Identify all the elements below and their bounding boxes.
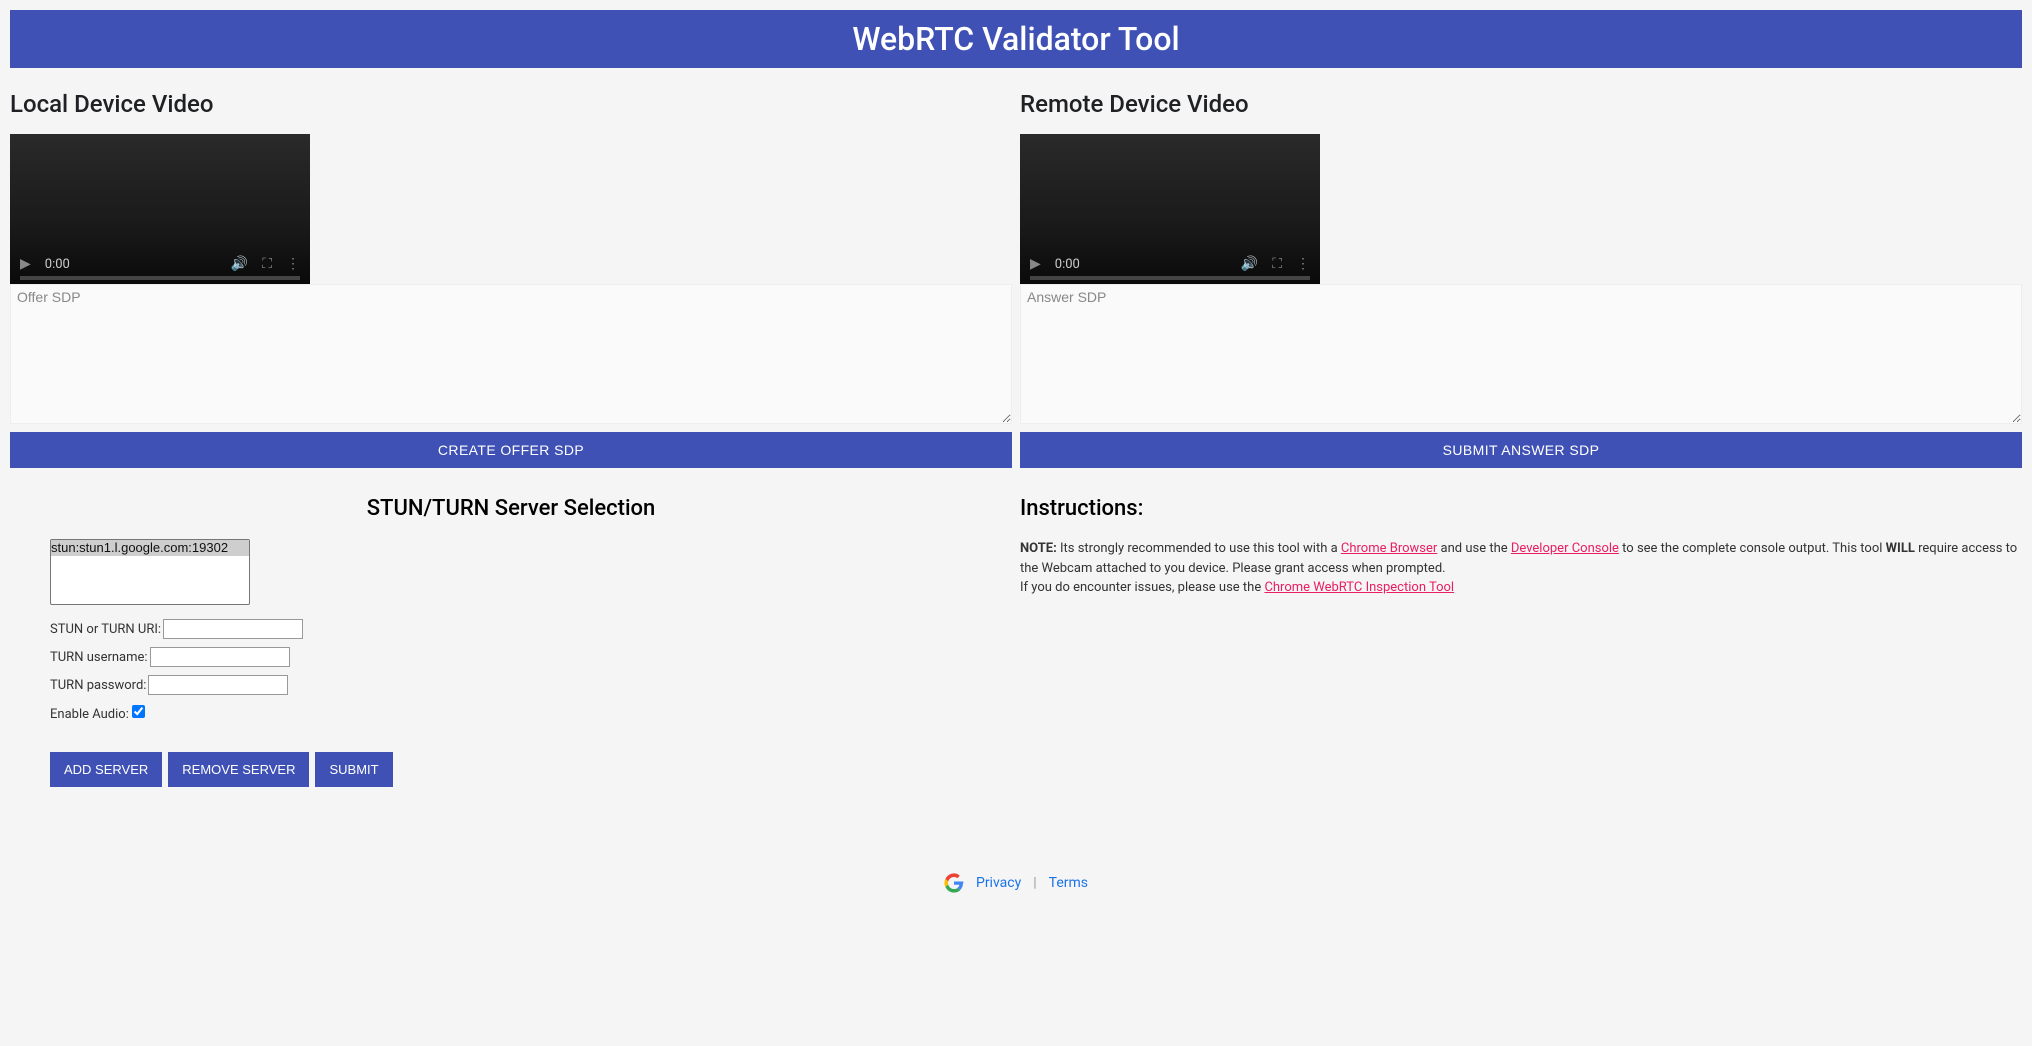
local-video-player[interactable]: ▶ 0:00 🔊 ⛶ ⋮ xyxy=(10,134,310,284)
server-button-row: ADD SERVER REMOVE SERVER SUBMIT xyxy=(50,752,972,787)
privacy-link[interactable]: Privacy xyxy=(976,875,1021,891)
add-server-button[interactable]: ADD SERVER xyxy=(50,752,162,787)
page-title: WebRTC Validator Tool xyxy=(852,20,1179,58)
remote-video-player[interactable]: ▶ 0:00 🔊 ⛶ ⋮ xyxy=(1020,134,1320,284)
fullscreen-icon[interactable]: ⛶ xyxy=(262,256,272,272)
page-footer: Privacy | Terms xyxy=(10,857,2022,909)
instr-text-2a: If you do encounter issues, please use t… xyxy=(1020,580,1264,595)
server-config-panel: stun:stun1.l.google.com:19302 STUN or TU… xyxy=(10,539,1012,817)
more-icon[interactable]: ⋮ xyxy=(1296,256,1310,272)
local-video-progress[interactable] xyxy=(20,276,300,280)
remote-video-title: Remote Device Video xyxy=(1020,90,2022,118)
enable-audio-label: Enable Audio: xyxy=(50,707,129,722)
instructions-heading: Instructions: xyxy=(1020,496,2022,521)
developer-console-link[interactable]: Developer Console xyxy=(1511,541,1619,556)
more-icon[interactable]: ⋮ xyxy=(286,256,300,272)
volume-icon[interactable]: 🔊 xyxy=(1241,256,1258,272)
enable-audio-row: Enable Audio: xyxy=(50,705,972,722)
submit-answer-sdp-button[interactable]: SUBMIT ANSWER SDP xyxy=(1020,432,2022,468)
stun-turn-uri-input[interactable] xyxy=(163,619,303,639)
remove-server-button[interactable]: REMOVE SERVER xyxy=(168,752,309,787)
remote-video-time: 0:00 xyxy=(1055,257,1080,272)
play-icon[interactable]: ▶ xyxy=(20,256,31,272)
server-selection-heading: STUN/TURN Server Selection xyxy=(10,496,1012,521)
instr-text-1b: and use the xyxy=(1437,541,1511,556)
webrtc-inspection-tool-link[interactable]: Chrome WebRTC Inspection Tool xyxy=(1264,580,1454,595)
remote-video-progress[interactable] xyxy=(1030,276,1310,280)
fullscreen-icon[interactable]: ⛶ xyxy=(1272,256,1282,272)
volume-icon[interactable]: 🔊 xyxy=(231,256,248,272)
offer-sdp-textarea[interactable] xyxy=(10,284,1012,424)
enable-audio-checkbox[interactable] xyxy=(132,705,145,718)
local-video-time: 0:00 xyxy=(45,257,70,272)
remote-column: Remote Device Video ▶ 0:00 🔊 ⛶ ⋮ SUBMIT … xyxy=(1020,76,2022,817)
footer-divider: | xyxy=(1033,875,1036,891)
note-label: NOTE: xyxy=(1020,541,1057,556)
will-emphasis: WILL xyxy=(1886,541,1915,556)
server-option-0[interactable]: stun:stun1.l.google.com:19302 xyxy=(51,540,249,556)
local-column: Local Device Video ▶ 0:00 🔊 ⛶ ⋮ CREATE O… xyxy=(10,76,1012,817)
password-label: TURN password: xyxy=(50,678,146,693)
submit-server-button[interactable]: SUBMIT xyxy=(315,752,392,787)
terms-link[interactable]: Terms xyxy=(1049,875,1088,891)
page-header: WebRTC Validator Tool xyxy=(10,10,2022,68)
server-list-select[interactable]: stun:stun1.l.google.com:19302 xyxy=(50,539,250,605)
google-logo-icon xyxy=(944,873,964,893)
turn-password-input[interactable] xyxy=(148,675,288,695)
instructions-text: NOTE: Its strongly recommended to use th… xyxy=(1020,539,2022,598)
username-label: TURN username: xyxy=(50,650,148,665)
play-icon[interactable]: ▶ xyxy=(1030,256,1041,272)
instr-text-1c: to see the complete console output. This… xyxy=(1619,541,1886,556)
create-offer-sdp-button[interactable]: CREATE OFFER SDP xyxy=(10,432,1012,468)
chrome-browser-link[interactable]: Chrome Browser xyxy=(1341,541,1437,556)
local-video-title: Local Device Video xyxy=(10,90,1012,118)
instr-text-1a: Its strongly recommended to use this too… xyxy=(1057,541,1341,556)
turn-username-input[interactable] xyxy=(150,647,290,667)
main-container: Local Device Video ▶ 0:00 🔊 ⛶ ⋮ CREATE O… xyxy=(10,76,2022,817)
uri-label: STUN or TURN URI: xyxy=(50,622,161,637)
answer-sdp-textarea[interactable] xyxy=(1020,284,2022,424)
